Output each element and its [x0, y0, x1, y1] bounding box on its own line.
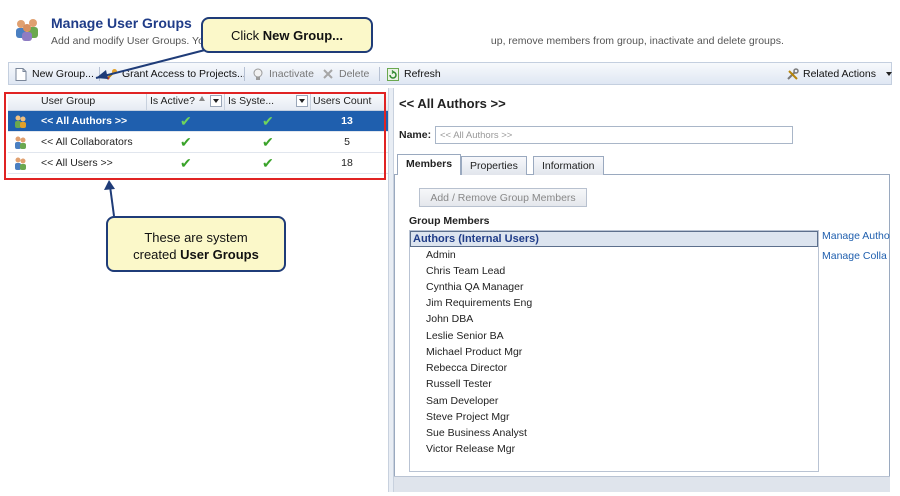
new-group-callout: Click New Group... — [201, 17, 373, 53]
page-subtitle: Add and modify User Groups. Yo up, remove… — [51, 35, 784, 47]
column-user-group[interactable]: User Group — [41, 95, 95, 107]
list-item[interactable]: Chris Team Lead — [426, 265, 505, 277]
delete-x-icon — [322, 68, 335, 81]
active-check-icon: ✔ — [180, 134, 192, 150]
column-filter-dropdown[interactable] — [296, 95, 308, 107]
sort-icon — [199, 96, 205, 101]
table-row[interactable]: << All Users >> ✔ ✔ 18 — [8, 153, 388, 174]
related-actions-button[interactable]: Related Actions — [786, 66, 892, 82]
group-name: << All Users >> — [41, 157, 113, 169]
list-item[interactable]: Sue Business Analyst — [426, 427, 527, 439]
system-groups-callout: These are system created User Groups — [106, 216, 286, 272]
lightbulb-icon — [252, 68, 265, 81]
toolbar: New Group... Grant Access to Projects...… — [8, 62, 892, 85]
system-check-icon: ✔ — [262, 134, 274, 150]
list-item[interactable]: Steve Project Mgr — [426, 411, 509, 423]
name-label: Name: — [399, 129, 432, 141]
list-item[interactable]: Jim Requirements Eng — [426, 297, 532, 309]
group-members-label: Group Members — [409, 215, 490, 227]
list-item[interactable]: Michael Product Mgr — [426, 346, 522, 358]
page-title: Manage User Groups — [51, 15, 192, 31]
system-check-icon: ✔ — [262, 113, 274, 129]
column-filter-dropdown[interactable] — [210, 95, 222, 107]
grid-header: User Group Is Active? Is Syste... Users … — [8, 92, 388, 111]
column-users-count[interactable]: Users Count — [313, 95, 371, 107]
detail-title: << All Authors >> — [399, 96, 506, 111]
refresh-icon — [387, 67, 400, 81]
tools-icon — [786, 67, 799, 81]
detail-tabs: Members Properties Information — [394, 153, 890, 176]
group-icon — [13, 156, 28, 171]
tab-information[interactable]: Information — [533, 156, 604, 175]
key-icon — [105, 68, 118, 81]
table-row[interactable]: << All Collaborators ✔ ✔ 5 — [8, 132, 388, 153]
list-item[interactable]: Rebecca Director — [426, 362, 507, 374]
group-name: << All Authors >> — [41, 115, 128, 127]
list-item[interactable]: Leslie Senior BA — [426, 330, 504, 342]
name-field[interactable] — [435, 126, 793, 144]
users-count: 13 — [341, 115, 353, 127]
list-item[interactable]: Admin — [426, 249, 456, 261]
table-row[interactable]: << All Authors >> ✔ ✔ 13 — [8, 111, 388, 132]
tab-members[interactable]: Members — [397, 154, 462, 176]
users-group-icon — [13, 17, 43, 41]
list-item[interactable]: John DBA — [426, 313, 473, 325]
chevron-down-icon — [885, 72, 892, 76]
manage-collaborators-link[interactable]: Manage Colla — [822, 250, 890, 262]
list-item[interactable]: Victor Release Mgr — [426, 443, 515, 455]
grant-access-button[interactable]: Grant Access to Projects... — [105, 66, 246, 82]
manage-authors-link[interactable]: Manage Autho — [822, 230, 890, 242]
users-count: 18 — [341, 157, 353, 169]
delete-button[interactable]: Delete — [322, 66, 369, 82]
add-remove-members-button[interactable]: Add / Remove Group Members — [419, 188, 587, 207]
column-is-system[interactable]: Is Syste... — [228, 95, 274, 107]
list-item[interactable]: Cynthia QA Manager — [426, 281, 523, 293]
user-groups-grid: User Group Is Active? Is Syste... Users … — [8, 88, 388, 492]
group-icon — [13, 114, 28, 129]
active-check-icon: ✔ — [180, 155, 192, 171]
list-item[interactable]: Russell Tester — [426, 378, 492, 390]
panel-footer — [394, 476, 890, 492]
column-is-active[interactable]: Is Active? — [150, 95, 195, 107]
refresh-button[interactable]: Refresh — [387, 66, 441, 82]
active-check-icon: ✔ — [180, 113, 192, 129]
system-check-icon: ✔ — [262, 155, 274, 171]
group-name: << All Collaborators — [41, 136, 133, 148]
tab-properties[interactable]: Properties — [461, 156, 527, 175]
users-count: 5 — [344, 136, 350, 148]
list-item[interactable]: Sam Developer — [426, 395, 498, 407]
new-document-icon — [15, 67, 28, 81]
new-group-button[interactable]: New Group... — [15, 66, 94, 82]
members-list-header[interactable]: Authors (Internal Users) — [410, 231, 818, 247]
inactivate-button[interactable]: Inactivate — [252, 66, 314, 82]
group-icon — [13, 135, 28, 150]
